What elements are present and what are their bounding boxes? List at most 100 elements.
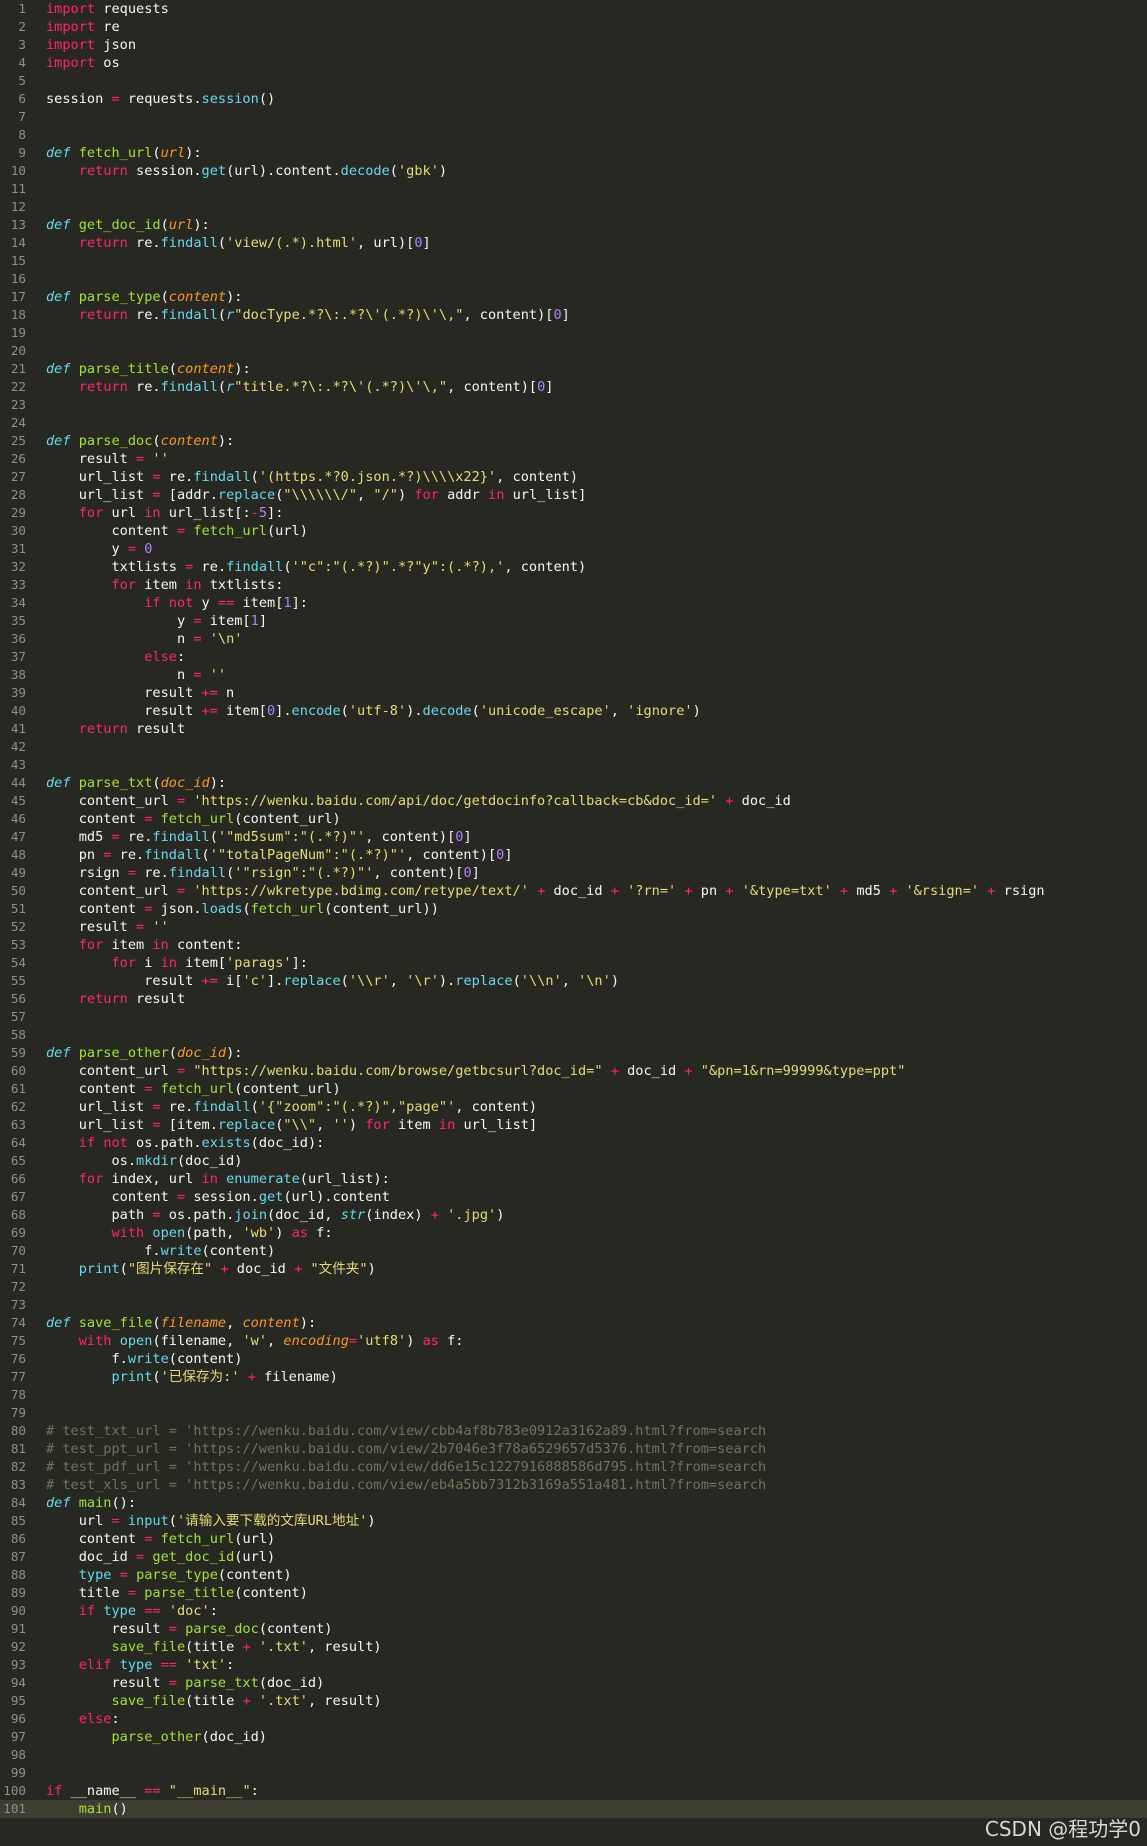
code-line[interactable]: 35 y = item[1]: [0, 612, 1147, 630]
code-line[interactable]: 26 result = '': [0, 450, 1147, 468]
code-line[interactable]: 13 def get_doc_id(url):: [0, 216, 1147, 234]
code-line[interactable]: 65 os.mkdir(doc_id): [0, 1152, 1147, 1170]
code-line[interactable]: 49 rsign = re.findall('"rsign":"(.*?)"',…: [0, 864, 1147, 882]
code-line[interactable]: 98: [0, 1746, 1147, 1764]
code-line[interactable]: 78: [0, 1386, 1147, 1404]
code-line[interactable]: 42: [0, 738, 1147, 756]
code-line[interactable]: 71 print("图片保存在" + doc_id + "文件夹"): [0, 1260, 1147, 1278]
code-line[interactable]: 92 save_file(title + '.txt', result): [0, 1638, 1147, 1656]
code-line[interactable]: 56 return result: [0, 990, 1147, 1008]
code-line[interactable]: 17 def parse_type(content):: [0, 288, 1147, 306]
code-line[interactable]: 58: [0, 1026, 1147, 1044]
code-line[interactable]: 45 content_url = 'https://wenku.baidu.co…: [0, 792, 1147, 810]
code-line[interactable]: 33 for item in txtlists:: [0, 576, 1147, 594]
code-line[interactable]: 48 pn = re.findall('"totalPageNum":"(.*?…: [0, 846, 1147, 864]
code-line[interactable]: 14 return re.findall('view/(.*).html', u…: [0, 234, 1147, 252]
code-line[interactable]: 51 content = json.loads(fetch_url(conten…: [0, 900, 1147, 918]
code-line[interactable]: 28 url_list = [addr.replace("\\\\\\/", "…: [0, 486, 1147, 504]
code-line[interactable]: 66 for index, url in enumerate(url_list)…: [0, 1170, 1147, 1188]
code-line[interactable]: 23: [0, 396, 1147, 414]
code-line[interactable]: 36 n = '\n': [0, 630, 1147, 648]
code-line[interactable]: 16: [0, 270, 1147, 288]
code-line[interactable]: 19: [0, 324, 1147, 342]
code-line[interactable]: 64 if not os.path.exists(doc_id):: [0, 1134, 1147, 1152]
code-line[interactable]: 95 save_file(title + '.txt', result): [0, 1692, 1147, 1710]
code-line[interactable]: 61 content = fetch_url(content_url): [0, 1080, 1147, 1098]
code-line[interactable]: 25 def parse_doc(content):: [0, 432, 1147, 450]
code-line[interactable]: 10 return session.get(url).content.decod…: [0, 162, 1147, 180]
code-line[interactable]: 21 def parse_title(content):: [0, 360, 1147, 378]
code-line[interactable]: 50 content_url = 'https://wkretype.bdimg…: [0, 882, 1147, 900]
code-line[interactable]: 60 content_url = "https://wenku.baidu.co…: [0, 1062, 1147, 1080]
code-line[interactable]: 39 result += n: [0, 684, 1147, 702]
code-line[interactable]: 15: [0, 252, 1147, 270]
code-line[interactable]: 55 result += i['c'].replace('\\r', '\r')…: [0, 972, 1147, 990]
code-line[interactable]: 40 result += item[0].encode('utf-8').dec…: [0, 702, 1147, 720]
code-line[interactable]: 88 type = parse_type(content): [0, 1566, 1147, 1584]
code-line[interactable]: 4 import os: [0, 54, 1147, 72]
code-line[interactable]: 5: [0, 72, 1147, 90]
code-line[interactable]: 100 if __name__ == "__main__":: [0, 1782, 1147, 1800]
code-line[interactable]: 20: [0, 342, 1147, 360]
code-line[interactable]: 18 return re.findall(r"docType.*?\:.*?\'…: [0, 306, 1147, 324]
code-line[interactable]: 77 print('已保存为:' + filename): [0, 1368, 1147, 1386]
code-line[interactable]: 7: [0, 108, 1147, 126]
code-line[interactable]: 76 f.write(content): [0, 1350, 1147, 1368]
code-line[interactable]: 99: [0, 1764, 1147, 1782]
code-line[interactable]: 96 else:: [0, 1710, 1147, 1728]
code-line[interactable]: 69 with open(path, 'wb') as f:: [0, 1224, 1147, 1242]
code-line[interactable]: 74 def save_file(filename, content):: [0, 1314, 1147, 1332]
code-line[interactable]: 79: [0, 1404, 1147, 1422]
code-line[interactable]: 8: [0, 126, 1147, 144]
code-line[interactable]: 37 else:: [0, 648, 1147, 666]
code-line[interactable]: 75 with open(filename, 'w', encoding='ut…: [0, 1332, 1147, 1350]
code-line[interactable]: 43: [0, 756, 1147, 774]
code-line[interactable]: 97 parse_other(doc_id): [0, 1728, 1147, 1746]
code-line[interactable]: 47 md5 = re.findall('"md5sum":"(.*?)"', …: [0, 828, 1147, 846]
code-line[interactable]: 68 path = os.path.join(doc_id, str(index…: [0, 1206, 1147, 1224]
code-editor[interactable]: 1 import requests 2 import re 3 import json 4 i…: [0, 0, 1147, 1846]
code-line[interactable]: 63 url_list = [item.replace("\\", '') fo…: [0, 1116, 1147, 1134]
code-line[interactable]: 53 for item in content:: [0, 936, 1147, 954]
code-line[interactable]: 73: [0, 1296, 1147, 1314]
code-line[interactable]: 41 return result: [0, 720, 1147, 738]
code-line[interactable]: 22 return re.findall(r"title.*?\:.*?\'(.…: [0, 378, 1147, 396]
code-line[interactable]: 81 # test_ppt_url = 'https://wenku.baidu.…: [0, 1440, 1147, 1458]
code-line[interactable]: 94 result = parse_txt(doc_id): [0, 1674, 1147, 1692]
code-line[interactable]: 90 if type == 'doc':: [0, 1602, 1147, 1620]
code-line[interactable]: 67 content = session.get(url).content: [0, 1188, 1147, 1206]
code-line[interactable]: 57: [0, 1008, 1147, 1026]
code-line[interactable]: 54 for i in item['parags']:: [0, 954, 1147, 972]
code-lines[interactable]: 1 import requests 2 import re 3 import json 4 i…: [0, 0, 1147, 1818]
code-line[interactable]: 52 result = '': [0, 918, 1147, 936]
code-line[interactable]: 30 content = fetch_url(url): [0, 522, 1147, 540]
code-line[interactable]: 83 # test_xls_url = 'https://wenku.baidu.…: [0, 1476, 1147, 1494]
code-line[interactable]: 44 def parse_txt(doc_id):: [0, 774, 1147, 792]
code-line[interactable]: 1 import requests: [0, 0, 1147, 18]
code-line[interactable]: 2 import re: [0, 18, 1147, 36]
code-line[interactable]: 12: [0, 198, 1147, 216]
code-line[interactable]: 32 txtlists = re.findall('"c":"(.*?)".*?…: [0, 558, 1147, 576]
code-line[interactable]: 24: [0, 414, 1147, 432]
code-line[interactable]: 46 content = fetch_url(content_url): [0, 810, 1147, 828]
code-line[interactable]: 31 y = 0: [0, 540, 1147, 558]
code-line[interactable]: 80 # test_txt_url = 'https://wenku.baidu.…: [0, 1422, 1147, 1440]
code-line[interactable]: 85 url = input('请输入要下载的文库URL地址'): [0, 1512, 1147, 1530]
code-line[interactable]: 27 url_list = re.findall('(https.*?0.jso…: [0, 468, 1147, 486]
code-line[interactable]: 87 doc_id = get_doc_id(url): [0, 1548, 1147, 1566]
code-line[interactable]: 86 content = fetch_url(url): [0, 1530, 1147, 1548]
code-line[interactable]: 29 for url in url_list[:-5]:: [0, 504, 1147, 522]
code-line[interactable]: 38 n = '': [0, 666, 1147, 684]
code-line[interactable]: 59 def parse_other(doc_id):: [0, 1044, 1147, 1062]
code-line[interactable]: 70 f.write(content): [0, 1242, 1147, 1260]
code-line[interactable]: 3 import json: [0, 36, 1147, 54]
code-line[interactable]: 84 def main():: [0, 1494, 1147, 1512]
code-line[interactable]: 62 url_list = re.findall('{"zoom":"(.*?)…: [0, 1098, 1147, 1116]
code-line[interactable]: 34 if not y == item[1]:: [0, 594, 1147, 612]
code-line[interactable]: 93 elif type == 'txt':: [0, 1656, 1147, 1674]
code-line[interactable]: 9 def fetch_url(url):: [0, 144, 1147, 162]
code-line[interactable]: 101 main(): [0, 1800, 1147, 1818]
code-line[interactable]: 6 session = requests.session(): [0, 90, 1147, 108]
code-line[interactable]: 91 result = parse_doc(content): [0, 1620, 1147, 1638]
code-line[interactable]: 89 title = parse_title(content): [0, 1584, 1147, 1602]
